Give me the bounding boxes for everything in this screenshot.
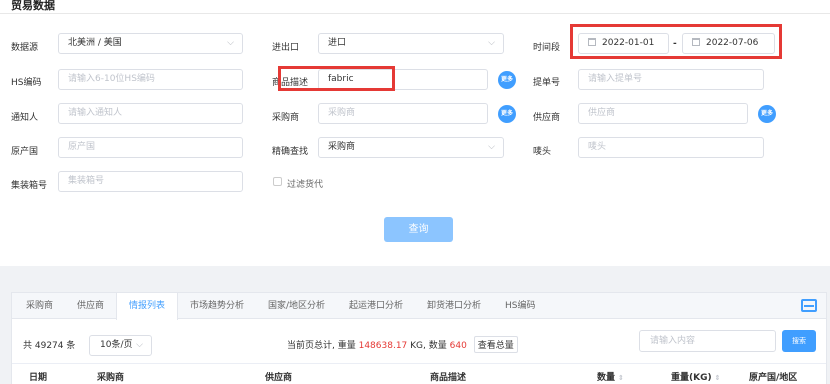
bill-label: 提单号 xyxy=(533,78,561,88)
summary-prefix: 当前页总计, 重量 xyxy=(287,341,356,351)
buyer-label: 采购商 xyxy=(272,113,300,123)
imex-select[interactable]: 进口 ⌵ xyxy=(318,33,504,54)
th-origin[interactable]: 原产国/地区 xyxy=(749,370,797,383)
supplier-label: 供应商 xyxy=(533,113,561,123)
container-label: 集装箱号 xyxy=(11,181,48,191)
tab-hs-code[interactable]: HS编码 xyxy=(505,293,535,319)
hs-code-input[interactable]: 请输入6-10位HS编码 xyxy=(58,69,243,90)
precise-value: 采购商 xyxy=(328,142,356,152)
precise-label: 精确查找 xyxy=(272,147,309,157)
more-button-buyer[interactable]: 更多 xyxy=(498,105,516,123)
page-size-value: 10条/页 xyxy=(100,340,133,350)
source-select[interactable]: 北美洲 / 美国 ⌵ xyxy=(58,33,243,54)
origin-label: 原产国 xyxy=(11,147,39,157)
tab-country-analysis[interactable]: 国家/地区分析 xyxy=(268,293,325,319)
tab-intel-list[interactable]: 情报列表 xyxy=(116,293,178,320)
container-input[interactable]: 集装箱号 xyxy=(58,171,243,192)
mark-label: 唛头 xyxy=(533,147,552,157)
tab-market-trend[interactable]: 市场趋势分析 xyxy=(190,293,244,319)
source-label: 数据源 xyxy=(11,43,39,53)
tab-departure-port[interactable]: 起运港口分析 xyxy=(349,293,403,319)
more-button-supplier[interactable]: 更多 xyxy=(758,105,776,123)
weight-value: 148638.17 xyxy=(358,341,408,351)
chevron-down-icon: ⌵ xyxy=(488,142,495,152)
search-form-panel: 贸易数据 数据源 北美洲 / 美国 ⌵ 进出口 进口 ⌵ 时间段 2022-01… xyxy=(0,0,830,266)
buyer-input[interactable]: 采购商 xyxy=(318,103,488,124)
highlight-box-desc xyxy=(278,66,395,91)
tab-buyer[interactable]: 采购商 xyxy=(26,293,53,319)
source-value: 北美洲 / 美国 xyxy=(68,38,122,48)
filter-forwarder-label: 过滤货代 xyxy=(287,180,324,190)
filter-forwarder-checkbox[interactable] xyxy=(273,177,282,186)
bill-input[interactable]: 请输入提单号 xyxy=(578,69,764,90)
th-weight[interactable]: 重量(KG) ⇕ xyxy=(671,370,720,383)
th-weight-label: 重量(KG) xyxy=(671,373,712,383)
weight-unit: KG, 数量 xyxy=(410,341,447,351)
origin-input[interactable]: 原产国 xyxy=(58,137,243,158)
qty-value: 640 xyxy=(449,341,467,351)
th-desc[interactable]: 商品描述 xyxy=(430,370,466,383)
page-summary: 当前页总计, 重量 148638.17 KG, 数量 640 查看总量 xyxy=(287,336,518,353)
th-qty-label: 数量 xyxy=(597,373,616,383)
query-button[interactable]: 查询 xyxy=(384,217,453,242)
notify-input[interactable]: 请输入通知人 xyxy=(58,103,243,124)
chevron-down-icon: ⌵ xyxy=(136,340,143,350)
th-qty[interactable]: 数量 ⇕ xyxy=(597,370,624,383)
results-card: 采购商 供应商 情报列表 市场趋势分析 国家/地区分析 起运港口分析 卸货港口分… xyxy=(11,292,827,384)
sort-icon[interactable]: ⇕ xyxy=(618,374,624,382)
export-icon[interactable] xyxy=(801,299,817,312)
precise-select[interactable]: 采购商 ⌵ xyxy=(318,137,504,158)
mark-input[interactable]: 唛头 xyxy=(578,137,764,158)
more-button-desc[interactable]: 更多 xyxy=(498,71,516,89)
total-count: 共 49274 条 xyxy=(23,341,76,351)
sort-icon[interactable]: ⇕ xyxy=(715,374,721,382)
tab-bar: 采购商 供应商 情报列表 市场趋势分析 国家/地区分析 起运港口分析 卸货港口分… xyxy=(12,293,826,320)
chevron-down-icon: ⌵ xyxy=(227,38,234,48)
content-search-input[interactable]: 请输入内容 xyxy=(639,330,776,352)
tab-discharge-port[interactable]: 卸货港口分析 xyxy=(427,293,481,319)
tab-supplier[interactable]: 供应商 xyxy=(77,293,104,319)
page-size-select[interactable]: 10条/页 ⌵ xyxy=(89,335,152,356)
page-title: 贸易数据 xyxy=(11,0,55,12)
imex-label: 进出口 xyxy=(272,43,300,53)
period-label: 时间段 xyxy=(533,43,561,53)
search-button[interactable]: 搜索 xyxy=(782,330,816,352)
th-buyer[interactable]: 采购商 xyxy=(97,370,124,383)
imex-value: 进口 xyxy=(328,38,347,48)
chevron-down-icon: ⌵ xyxy=(488,38,495,48)
highlight-box-date xyxy=(570,24,782,59)
supplier-input[interactable]: 供应商 xyxy=(578,103,748,124)
view-total-button[interactable]: 查看总量 xyxy=(473,336,518,353)
table-header: 日期 采购商 供应商 商品描述 数量 ⇕ 重量(KG) ⇕ 原产国/地区 xyxy=(12,363,826,384)
notify-label: 通知人 xyxy=(11,113,39,123)
th-date[interactable]: 日期 xyxy=(29,370,47,383)
hs-label: HS编码 xyxy=(11,78,42,88)
th-supplier[interactable]: 供应商 xyxy=(265,370,292,383)
title-bar: 贸易数据 xyxy=(0,0,830,14)
